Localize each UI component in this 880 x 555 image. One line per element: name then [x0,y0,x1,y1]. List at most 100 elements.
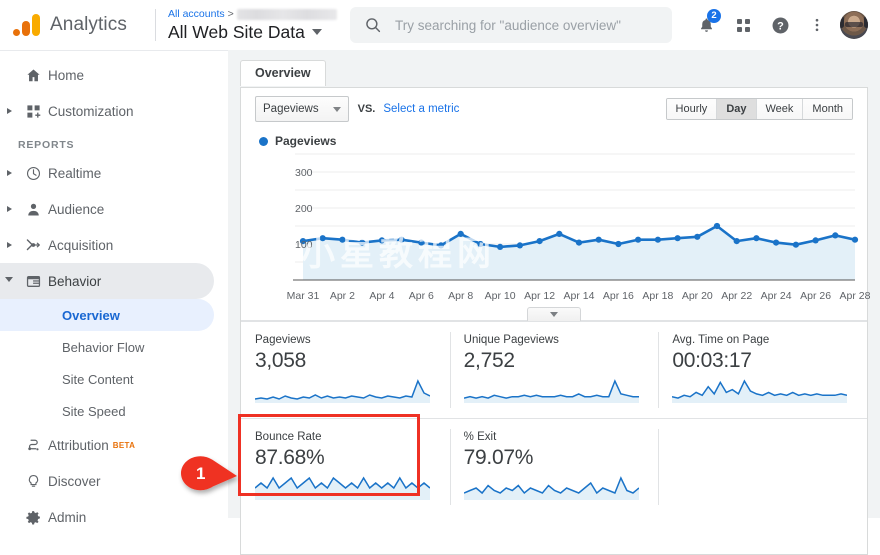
legend-color-dot [259,136,268,146]
granularity-week[interactable]: Week [755,99,803,119]
metrics-row-1: Pageviews 3,058 Unique Pageviews 2,752 A… [241,321,867,418]
metric-value: 3,058 [255,349,307,372]
x-tick-label: Apr 22 [721,290,753,302]
x-tick-label: Apr 18 [642,290,674,302]
sidebar-item-behavior-flow[interactable]: Behavior Flow [0,331,228,363]
pageviews-chart-svg: 100 200 300 [293,153,859,281]
acquisition-icon [18,236,48,254]
property-name-label: All Web Site Data [168,21,305,42]
beta-badge: BETA [112,440,136,450]
sidebar-item-site-content[interactable]: Site Content [0,363,228,395]
sidebar-section-reports: REPORTS [18,139,75,151]
collapse-chart-button[interactable] [527,307,581,321]
analytics-app: Analytics All accounts > All Web Site Da… [0,0,880,555]
chart-x-axis: Mar 31 Apr 2 Apr 4 Apr 6 Apr 8 Apr 10 Apr 12 Ap… [241,288,871,306]
sidebar-item-overview[interactable]: Overview [0,299,214,331]
sidebar-label-behavior: Behavior [48,273,102,289]
sidebar-label-site-content: Site Content [62,371,134,387]
sidebar-item-audience[interactable]: Audience [0,191,228,227]
account-selector[interactable]: All accounts > All Web Site Data [168,8,337,43]
chevron-right-icon[interactable] [0,170,18,176]
logo-area[interactable]: Analytics [0,12,155,38]
search-icon [366,18,381,33]
more-options-button[interactable] [801,9,833,41]
sidebar-item-realtime[interactable]: Realtime [0,155,228,191]
attribution-icon [18,437,48,454]
x-tick-label: Apr 12 [524,290,556,302]
sparkline-avg-time-on-page [672,377,867,408]
sidebar-item-acquisition[interactable]: Acquisition [0,227,228,263]
sidebar-item-attribution[interactable]: Attribution BETA [0,427,228,463]
metric-card-unique-pageviews[interactable]: Unique Pageviews 2,752 [449,322,659,418]
chevron-down-icon [311,28,322,35]
gear-icon [18,509,48,526]
x-tick-label: Apr 10 [484,290,516,302]
chart-footer [241,306,867,321]
pageviews-chart[interactable]: 100 200 300 小星教程网 [241,148,867,288]
metric-title: % Exit [463,431,497,443]
metric-value: 79.07% [463,446,534,469]
sidebar-item-site-speed[interactable]: Site Speed [0,395,228,427]
help-button[interactable]: ? [764,9,796,41]
x-tick-label: Apr 16 [602,290,634,302]
sidebar-label-discover: Discover [48,473,101,489]
sparkline-pageviews [254,377,450,408]
chevron-right-icon[interactable] [0,108,18,114]
granularity-day[interactable]: Day [716,99,756,119]
property-name[interactable]: All Web Site Data [168,21,337,43]
chevron-down-icon[interactable] [0,277,18,285]
x-tick-label: Apr 8 [448,290,474,302]
metric-card-avg-time-on-page[interactable]: Avg. Time on Page 00:03:17 [658,322,867,418]
metric-card-pageviews[interactable]: Pageviews 3,058 [241,322,450,418]
chevron-right-icon[interactable] [0,242,18,248]
sidebar-label-site-speed: Site Speed [62,403,126,419]
x-tick-label: Apr 6 [408,290,434,302]
brand-title: Analytics [50,14,127,35]
sidebar-label-attribution: Attribution [48,437,109,453]
clock-icon [18,165,48,182]
metric-card-bounce-rate[interactable]: Bounce Rate 87.68% [238,414,450,515]
granularity-toggle: Hourly Day Week Month [665,98,853,120]
topbar-actions: 2 ? [690,0,870,50]
breadcrumb-all-accounts[interactable]: All accounts [168,8,225,21]
sidebar-label-admin: Admin [48,509,87,525]
metric-card-percent-exit[interactable]: % Exit 79.07% [449,419,659,515]
apps-button[interactable] [727,9,759,41]
granularity-hourly[interactable]: Hourly [666,99,717,119]
metric-select[interactable]: Pageviews [255,96,349,122]
svg-text:200: 200 [295,203,313,215]
svg-text:?: ? [777,20,784,32]
search-placeholder: Try searching for "audience overview" [395,17,621,33]
notifications-button[interactable]: 2 [690,9,722,41]
sidebar-item-behavior[interactable]: Behavior [0,263,214,299]
granularity-month[interactable]: Month [802,99,852,119]
top-bar: Analytics All accounts > All Web Site Da… [0,0,880,50]
tab-overview[interactable]: Overview [240,60,326,86]
metric-title: Bounce Rate [255,431,322,443]
x-tick-label: Apr 28 [839,290,871,302]
help-circle-icon: ? [772,17,788,33]
sidebar-item-customization[interactable]: Customization [0,93,228,129]
select-a-metric-link[interactable]: Select a metric [383,103,459,115]
sidebar: Home Customization REPORTS Realtime Audi… [0,50,228,525]
sidebar-item-home[interactable]: Home [0,57,228,93]
sidebar-label-audience: Audience [48,201,105,217]
customization-icon [18,103,48,120]
sparkline-unique-pageviews [463,377,659,408]
sidebar-item-discover[interactable]: Discover [0,463,228,499]
more-vertical-icon [815,18,819,32]
metric-title: Pageviews [255,334,311,346]
search-input[interactable]: Try searching for "audience overview" [350,7,672,43]
sparkline-svg [672,379,848,403]
home-icon [18,67,48,84]
sidebar-item-admin[interactable]: Admin [0,499,228,535]
sidebar-label-realtime: Realtime [48,165,102,181]
account-avatar-button[interactable] [838,9,870,41]
x-tick-label: Apr 24 [760,290,792,302]
sparkline-svg [254,379,431,403]
chevron-right-icon[interactable] [0,206,18,212]
tab-bar: Overview [228,50,880,86]
breadcrumb[interactable]: All accounts > [168,8,337,21]
metric-title: Avg. Time on Page [672,334,770,346]
chevron-down-icon [332,106,341,112]
